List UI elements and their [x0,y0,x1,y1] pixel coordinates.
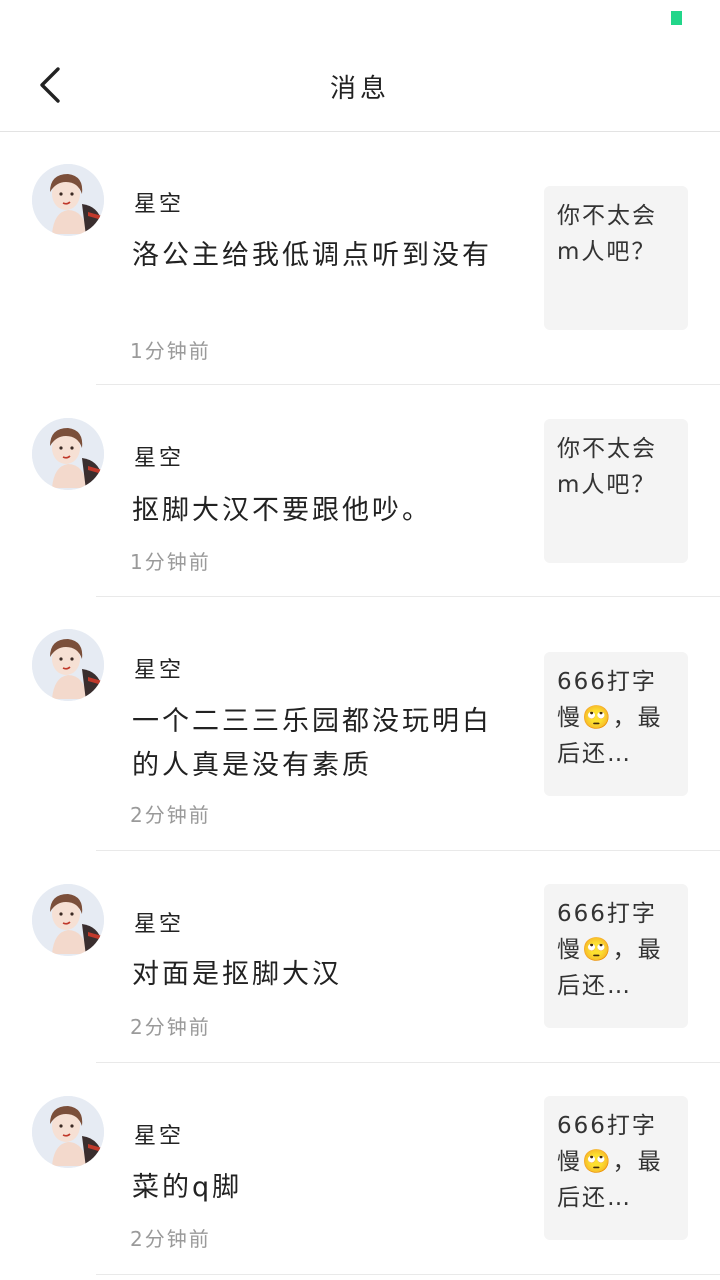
message-time: 1分钟前 [130,339,211,363]
message-time: 2分钟前 [130,1015,211,1039]
list-item[interactable]: 星空 抠脚大汉不要跟他吵。 1分钟前 你不太会m人吧？ [0,385,720,597]
quoted-post[interactable]: 666打字慢🙄，最后还… [544,1096,688,1240]
message-text: 一个二三三乐园都没玩明白的人真是没有素质 [132,706,492,781]
message-time: 2分钟前 [130,803,211,827]
quoted-post[interactable]: 你不太会m人吧？ [544,186,688,330]
message-list: 星空 洛公主给我低调点听到没有 1分钟前 你不太会m人吧？ 星空 抠脚大汉不要跟… [0,132,720,1275]
header-bar: 消息 [0,40,720,131]
avatar[interactable] [32,629,104,701]
row-divider [96,1274,720,1275]
list-item[interactable]: 星空 一个二三三乐园都没玩明白的人真是没有素质 2分钟前 666打字慢🙄，最后还… [0,597,720,851]
avatar[interactable] [32,1096,104,1168]
sender-name: 星空 [134,192,185,217]
message-text: 菜的q脚 [132,1172,243,1203]
avatar-image [32,629,104,701]
list-item[interactable]: 星空 对面是抠脚大汉 2分钟前 666打字慢🙄，最后还… [0,851,720,1063]
sender-name: 星空 [134,658,185,683]
sender-name: 星空 [134,912,185,937]
list-item[interactable]: 星空 菜的q脚 2分钟前 666打字慢🙄，最后还… [0,1063,720,1275]
avatar-image [32,418,104,490]
avatar[interactable] [32,164,104,236]
status-indicator [671,11,682,25]
avatar-image [32,1096,104,1168]
quoted-post[interactable]: 666打字慢🙄，最后还… [544,884,688,1028]
message-text: 洛公主给我低调点听到没有 [132,240,492,271]
quoted-post[interactable]: 666打字慢🙄，最后还… [544,652,688,796]
avatar-image [32,164,104,236]
sender-name: 星空 [134,1124,185,1149]
avatar-image [32,884,104,956]
message-text: 对面是抠脚大汉 [132,959,342,990]
message-time: 2分钟前 [130,1227,211,1251]
message-text: 抠脚大汉不要跟他吵。 [132,495,432,526]
avatar[interactable] [32,884,104,956]
message-time: 1分钟前 [130,550,211,574]
avatar[interactable] [32,418,104,490]
quoted-post[interactable]: 你不太会m人吧？ [544,419,688,563]
list-item[interactable]: 星空 洛公主给我低调点听到没有 1分钟前 你不太会m人吧？ [0,132,720,385]
page-title: 消息 [329,74,390,104]
sender-name: 星空 [134,446,185,471]
